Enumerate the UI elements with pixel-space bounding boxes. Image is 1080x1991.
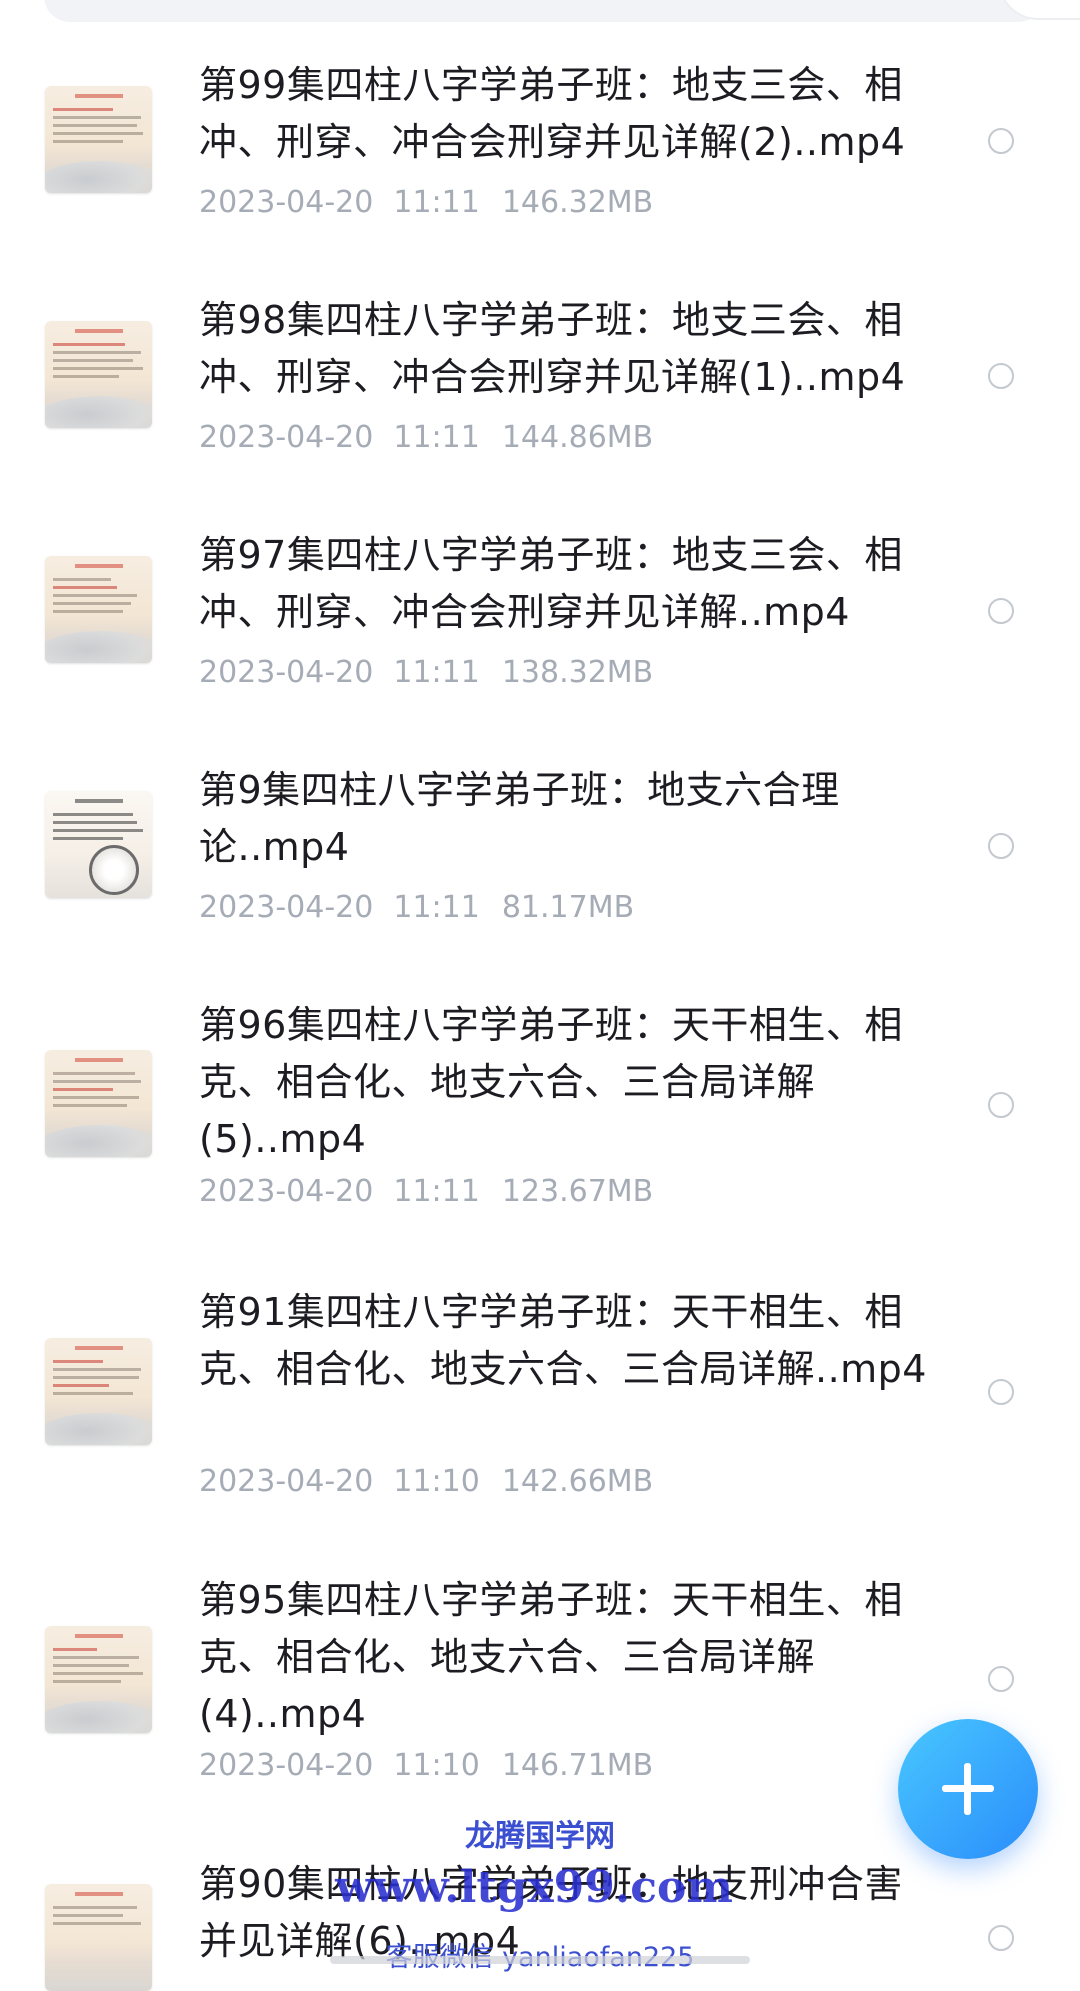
file-date: 2023-04-20 — [199, 1748, 374, 1783]
file-date: 2023-04-20 — [199, 1174, 374, 1209]
select-radio-icon[interactable] — [988, 1925, 1014, 1951]
file-date: 2023-04-20 — [199, 655, 374, 690]
file-time: 11:10 — [393, 1748, 480, 1783]
top-bar — [0, 0, 1080, 30]
file-size: 138.32MB — [501, 655, 654, 690]
select-radio-icon[interactable] — [988, 833, 1014, 859]
file-time: 11:11 — [393, 185, 480, 220]
select-radio-icon[interactable] — [988, 128, 1014, 154]
search-bar-edge[interactable] — [44, 0, 1044, 22]
file-date: 2023-04-20 — [199, 890, 374, 925]
select-radio-icon[interactable] — [988, 598, 1014, 624]
file-size: 146.71MB — [501, 1748, 654, 1783]
file-title: 第96集四柱八字学弟子班：天干相生、相克、相合化、地支六合、三合局详解(5)..… — [199, 1003, 903, 1161]
file-time: 11:11 — [393, 420, 480, 455]
file-size: 146.32MB — [501, 185, 654, 220]
file-time: 11:11 — [393, 1174, 480, 1209]
video-thumbnail — [45, 86, 152, 193]
select-radio-icon[interactable] — [988, 1379, 1014, 1405]
file-time: 11:10 — [393, 1464, 480, 1499]
file-date: 2023-04-20 — [199, 420, 374, 455]
file-size: 81.17MB — [501, 890, 635, 925]
file-title: 第91集四柱八字学弟子班：天干相生、相克、相合化、地支六合、三合局详解..mp4 — [199, 1290, 927, 1391]
file-title: 第9集四柱八字学弟子班：地支六合理论..mp4 — [199, 768, 840, 869]
video-thumbnail — [45, 1050, 152, 1157]
file-meta: 2023-04-20 11:11 146.32MB — [199, 183, 653, 223]
video-thumbnail — [45, 321, 152, 428]
file-meta: 2023-04-20 11:11 81.17MB — [199, 888, 634, 928]
file-title: 第99集四柱八字学弟子班：地支三会、相冲、刑穿、冲合会刑穿并见详解(2)..mp… — [199, 63, 906, 164]
video-thumbnail — [45, 1626, 152, 1733]
file-size: 123.67MB — [501, 1174, 654, 1209]
select-radio-icon[interactable] — [988, 1092, 1014, 1118]
file-title: 第97集四柱八字学弟子班：地支三会、相冲、刑穿、冲合会刑穿并见详解..mp4 — [199, 533, 903, 634]
select-radio-icon[interactable] — [988, 1666, 1014, 1692]
video-thumbnail — [45, 1884, 152, 1991]
select-radio-icon[interactable] — [988, 363, 1014, 389]
file-size: 144.86MB — [501, 420, 654, 455]
file-date: 2023-04-20 — [199, 185, 374, 220]
add-button[interactable] — [898, 1719, 1038, 1859]
file-title: 第90集四柱八字学弟子班：地支刑冲合害并见详解(6)..mp4 — [199, 1862, 903, 1963]
file-meta: 2023-04-20 11:11 144.86MB — [199, 418, 653, 458]
file-size: 142.66MB — [501, 1464, 654, 1499]
file-date: 2023-04-20 — [199, 1464, 374, 1499]
file-meta: 2023-04-20 11:11 123.67MB — [199, 1172, 653, 1212]
video-thumbnail — [45, 556, 152, 663]
file-title: 第98集四柱八字学弟子班：地支三会、相冲、刑穿、冲合会刑穿并见详解(1)..mp… — [199, 298, 906, 399]
video-thumbnail — [45, 791, 152, 898]
video-thumbnail — [45, 1338, 152, 1445]
file-time: 11:11 — [393, 890, 480, 925]
file-meta: 2023-04-20 11:10 146.71MB — [199, 1746, 653, 1786]
file-meta: 2023-04-20 11:10 142.66MB — [199, 1462, 653, 1502]
file-meta: 2023-04-20 11:11 138.32MB — [199, 653, 653, 693]
file-time: 11:11 — [393, 655, 480, 690]
file-title: 第95集四柱八字学弟子班：天干相生、相克、相合化、地支六合、三合局详解(4)..… — [199, 1578, 903, 1736]
home-indicator[interactable] — [330, 1956, 750, 1964]
